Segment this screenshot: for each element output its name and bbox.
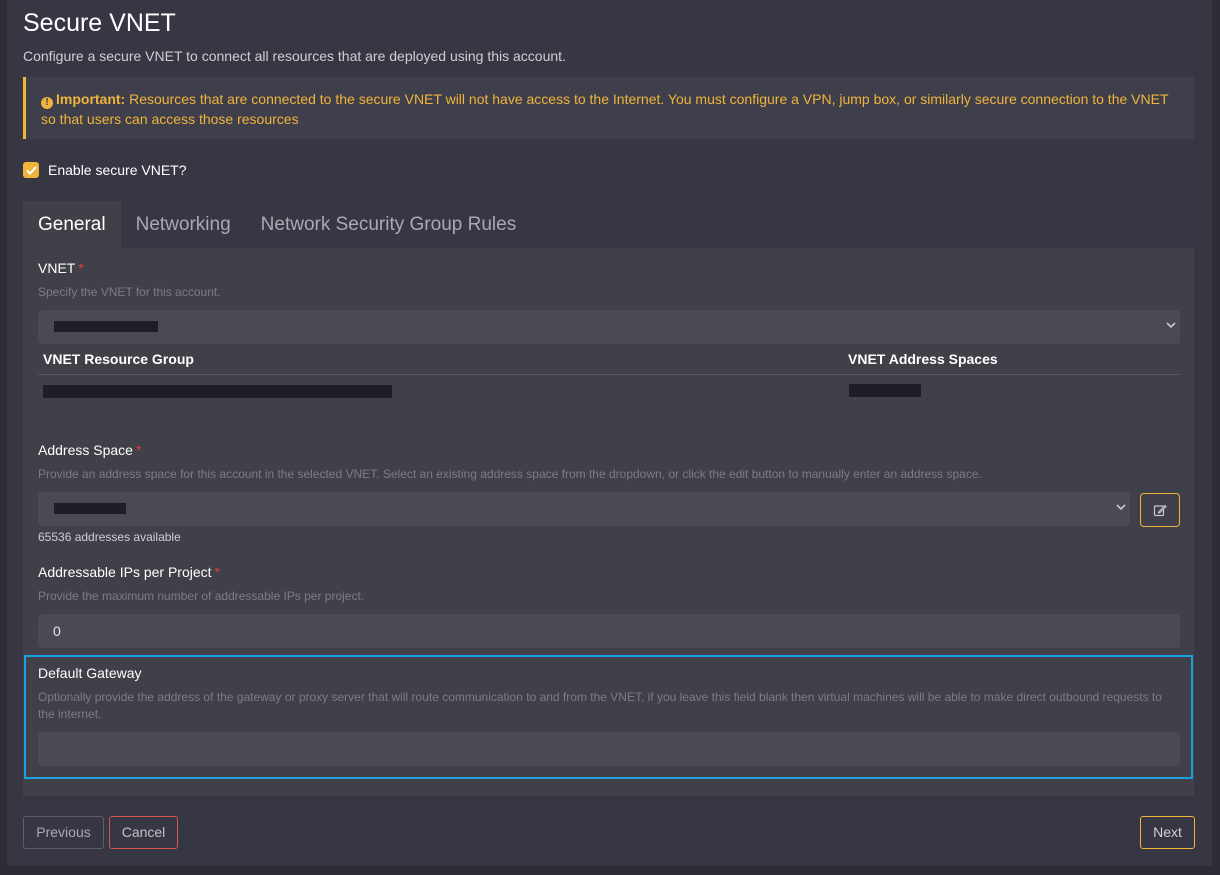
vnet-address-spaces-header: VNET Address Spaces: [848, 351, 998, 367]
alert-text: Resources that are connected to the secu…: [41, 91, 1169, 127]
tab-general[interactable]: General: [23, 201, 121, 248]
address-space-help: Provide an address space for this accoun…: [38, 467, 982, 481]
default-gateway-input[interactable]: [38, 732, 1180, 766]
tab-networking[interactable]: Networking: [121, 201, 246, 248]
redacted-value: [54, 321, 158, 332]
next-button[interactable]: Next: [1140, 816, 1195, 849]
addresses-available: 65536 addresses available: [38, 530, 181, 544]
vnet-help: Specify the VNET for this account.: [38, 285, 221, 299]
enable-secure-vnet-checkbox[interactable]: [23, 162, 39, 178]
required-mark: *: [214, 564, 220, 580]
address-space-label: Address Space *: [38, 442, 142, 458]
addressable-ips-help: Provide the maximum number of addressabl…: [38, 589, 365, 603]
addressable-ips-input[interactable]: 0: [38, 614, 1180, 648]
important-alert: ! Important: Resources that are connected…: [23, 77, 1194, 139]
default-gateway-help: Optionally provide the address of the ga…: [38, 690, 1162, 721]
address-space-select[interactable]: [38, 492, 1130, 526]
edit-address-space-button[interactable]: [1140, 493, 1180, 527]
default-gateway-label: Default Gateway: [38, 665, 142, 681]
vnet-resource-group-header: VNET Resource Group: [43, 351, 194, 367]
enable-secure-vnet-label: Enable secure VNET?: [48, 162, 187, 178]
required-mark: *: [78, 260, 84, 276]
exclamation-circle-icon: !: [41, 97, 53, 109]
enable-secure-vnet-row[interactable]: Enable secure VNET?: [23, 162, 187, 178]
cancel-button[interactable]: Cancel: [109, 816, 178, 849]
tab-bar: General Networking Network Security Grou…: [23, 201, 531, 248]
chevron-down-icon: [1166, 322, 1176, 329]
redacted-value: [54, 503, 126, 514]
edit-icon: [1153, 504, 1167, 517]
chevron-down-icon: [1116, 504, 1126, 511]
vnet-select[interactable]: [38, 310, 1180, 344]
table-divider: [38, 374, 1180, 375]
redacted-resource-group: [43, 385, 392, 398]
addressable-ips-label: Addressable IPs per Project *: [38, 564, 220, 580]
required-mark: *: [135, 442, 142, 458]
redacted-address-spaces: [849, 384, 921, 397]
page-title: Secure VNET: [23, 9, 176, 37]
alert-prefix: Important:: [56, 91, 126, 107]
vnet-label: VNET *: [38, 260, 84, 276]
tab-network-security-group-rules[interactable]: Network Security Group Rules: [246, 201, 532, 248]
previous-button[interactable]: Previous: [23, 816, 104, 849]
check-icon: [25, 165, 37, 175]
page-subtitle: Configure a secure VNET to connect all r…: [23, 48, 566, 64]
